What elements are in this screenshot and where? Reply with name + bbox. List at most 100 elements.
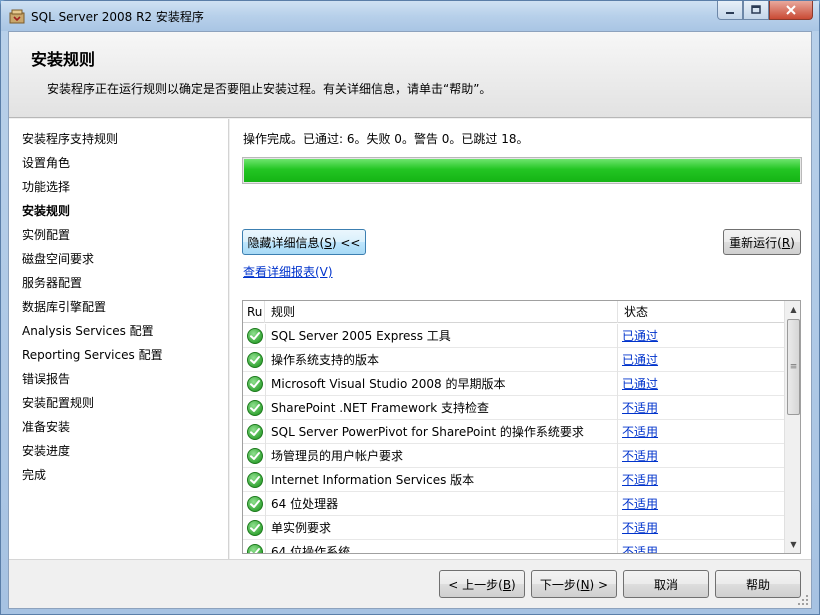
back-button[interactable]: < 上一步(B): [439, 570, 525, 598]
wizard-footer: < 上一步(B) 下一步(N) > 取消 帮助: [9, 559, 811, 608]
green-check-circle-icon: [246, 543, 264, 553]
column-header-ru[interactable]: Ru: [243, 301, 265, 323]
rule-row[interactable]: 64 位处理器 不适用: [243, 492, 784, 516]
back-label-after: ): [511, 577, 516, 592]
nav-step-item: 错误报告: [22, 372, 71, 386]
cancel-button[interactable]: 取消: [623, 570, 709, 598]
nav-step-item: 安装规则: [22, 204, 71, 218]
next-label-before: 下一步(: [539, 577, 581, 592]
rule-status-link[interactable]: 不适用: [622, 396, 658, 420]
nav-step-item: 准备安装: [22, 420, 71, 434]
rule-name: SQL Server 2005 Express 工具: [265, 324, 618, 348]
green-check-circle-icon: [246, 519, 264, 537]
rule-status-link[interactable]: 不适用: [622, 468, 658, 492]
rule-row[interactable]: Microsoft Visual Studio 2008 的早期版本 已通过: [243, 372, 784, 396]
rerun-accel: R: [781, 235, 791, 250]
scroll-down-arrow-icon[interactable]: ▼: [785, 536, 800, 553]
rule-name: 64 位操作系统: [265, 540, 618, 553]
view-detailed-report-link[interactable]: 查看详细报表(V): [243, 263, 333, 280]
nav-step-item: Reporting Services 配置: [22, 348, 163, 362]
green-check-circle-icon: [246, 399, 264, 417]
hide-details-label-before: 隐藏详细信息(: [247, 235, 325, 250]
maximize-button[interactable]: [743, 1, 769, 20]
page-header: 安装规则 安装程序正在运行规则以确定是否要阻止安装过程。有关详细信息，请单击“帮…: [9, 32, 811, 118]
nav-step-item: 磁盘空间要求: [22, 252, 95, 266]
rule-status-link[interactable]: 不适用: [622, 444, 658, 468]
window-title: SQL Server 2008 R2 安装程序: [31, 10, 204, 24]
nav-step-item: 安装程序支持规则: [22, 132, 119, 146]
rule-name: 场管理员的用户帐户要求: [265, 444, 618, 468]
column-header-status[interactable]: 状态: [618, 301, 784, 323]
minimize-button[interactable]: [717, 1, 743, 20]
rule-row[interactable]: SQL Server 2005 Express 工具 已通过: [243, 324, 784, 348]
setup-window: SQL Server 2008 R2 安装程序 安装规则 安装程序正在运行规则以…: [0, 0, 820, 615]
rule-name: 64 位处理器: [265, 492, 618, 516]
green-check-circle-icon: [246, 495, 264, 513]
rule-status-link[interactable]: 不适用: [622, 420, 658, 444]
operation-status-text: 操作完成。已通过: 6。失败 0。警告 0。已跳过 18。: [243, 132, 529, 146]
close-button[interactable]: [769, 1, 813, 20]
green-check-circle-icon: [246, 375, 264, 393]
rule-name: Microsoft Visual Studio 2008 的早期版本: [265, 372, 618, 396]
rule-status-link[interactable]: 已通过: [622, 372, 658, 396]
sql-server-setup-icon: [9, 8, 25, 24]
rule-status-link[interactable]: 不适用: [622, 516, 658, 540]
rule-status-link[interactable]: 已通过: [622, 348, 658, 372]
help-button[interactable]: 帮助: [715, 570, 801, 598]
main-panel: 操作完成。已通过: 6。失败 0。警告 0。已跳过 18。 隐藏详细信息(S) …: [230, 119, 811, 559]
minimize-icon: [726, 12, 734, 14]
nav-step-item: 实例配置: [22, 228, 71, 242]
title-bar[interactable]: SQL Server 2008 R2 安装程序: [1, 1, 819, 31]
rule-row[interactable]: 64 位操作系统 不适用: [243, 540, 784, 553]
wizard-client-area: 安装规则 安装程序正在运行规则以确定是否要阻止安装过程。有关详细信息，请单击“帮…: [8, 31, 812, 609]
vertical-scrollbar[interactable]: ▲ ≡ ▼: [784, 301, 800, 553]
hide-details-button[interactable]: 隐藏详细信息(S) <<: [242, 229, 366, 255]
page-title: 安装规则: [31, 50, 96, 69]
progress-bar: [242, 157, 802, 184]
rule-status-link[interactable]: 不适用: [622, 492, 658, 516]
page-description: 安装程序正在运行规则以确定是否要阻止安装过程。有关详细信息，请单击“帮助”。: [47, 82, 492, 96]
nav-step-item: 完成: [22, 468, 47, 482]
column-header-rule[interactable]: 规则: [265, 301, 618, 323]
window-controls: [717, 1, 813, 20]
green-check-circle-icon: [246, 351, 264, 369]
rule-status-link[interactable]: 不适用: [622, 540, 658, 553]
rerun-label-before: 重新运行(: [729, 235, 782, 250]
progress-fill: [244, 159, 800, 182]
rule-status-link[interactable]: 已通过: [622, 324, 658, 348]
nav-step-item: 功能选择: [22, 180, 71, 194]
rules-grid: Ru 规则 状态 SQL Server 2005 Express 工具 已通过 操作…: [242, 300, 801, 554]
hide-details-label-after: ) <<: [331, 235, 361, 250]
rule-row[interactable]: 场管理员的用户帐户要求 不适用: [243, 444, 784, 468]
wizard-steps-nav: 安装程序支持规则 设置角色功能选择安装规则实例配置磁盘空间要求 服务器配置数据库引擎…: [9, 119, 229, 559]
rule-row[interactable]: 单实例要求 不适用: [243, 516, 784, 540]
resize-grip-icon[interactable]: [797, 594, 809, 606]
scroll-up-arrow-icon[interactable]: ▲: [785, 301, 800, 318]
next-accel: N: [580, 577, 590, 592]
rule-name: 单实例要求: [265, 516, 618, 540]
green-check-circle-icon: [246, 471, 264, 489]
rule-row[interactable]: SQL Server PowerPivot for SharePoint 的操作…: [243, 420, 784, 444]
grid-header: Ru 规则 状态: [243, 301, 784, 323]
nav-step-item: Analysis Services 配置: [22, 324, 154, 338]
rule-row[interactable]: 操作系统支持的版本 已通过: [243, 348, 784, 372]
rule-name: SharePoint .NET Framework 支持检查: [265, 396, 618, 420]
nav-step-item: 安装进度: [22, 444, 71, 458]
nav-step-item: 设置角色: [22, 156, 71, 170]
rerun-button[interactable]: 重新运行(R): [723, 229, 801, 255]
next-button[interactable]: 下一步(N) >: [531, 570, 617, 598]
scroll-thumb[interactable]: ≡: [787, 319, 800, 415]
rule-row[interactable]: SharePoint .NET Framework 支持检查 不适用: [243, 396, 784, 420]
rerun-label-after: ): [790, 235, 795, 250]
back-label-before: < 上一步(: [448, 577, 503, 592]
nav-step-item: 服务器配置: [22, 276, 83, 290]
maximize-icon: [751, 5, 761, 14]
rule-row[interactable]: Internet Information Services 版本 不适用: [243, 468, 784, 492]
nav-step-item: 安装配置规则: [22, 396, 95, 410]
grid-rows: SQL Server 2005 Express 工具 已通过 操作系统支持的版本 已通…: [243, 324, 784, 553]
hide-details-accel: S: [324, 235, 332, 250]
back-accel: B: [502, 577, 512, 592]
green-check-circle-icon: [246, 447, 264, 465]
next-label-after: ) >: [589, 577, 609, 592]
nav-step-item: 数据库引擎配置: [22, 300, 107, 314]
